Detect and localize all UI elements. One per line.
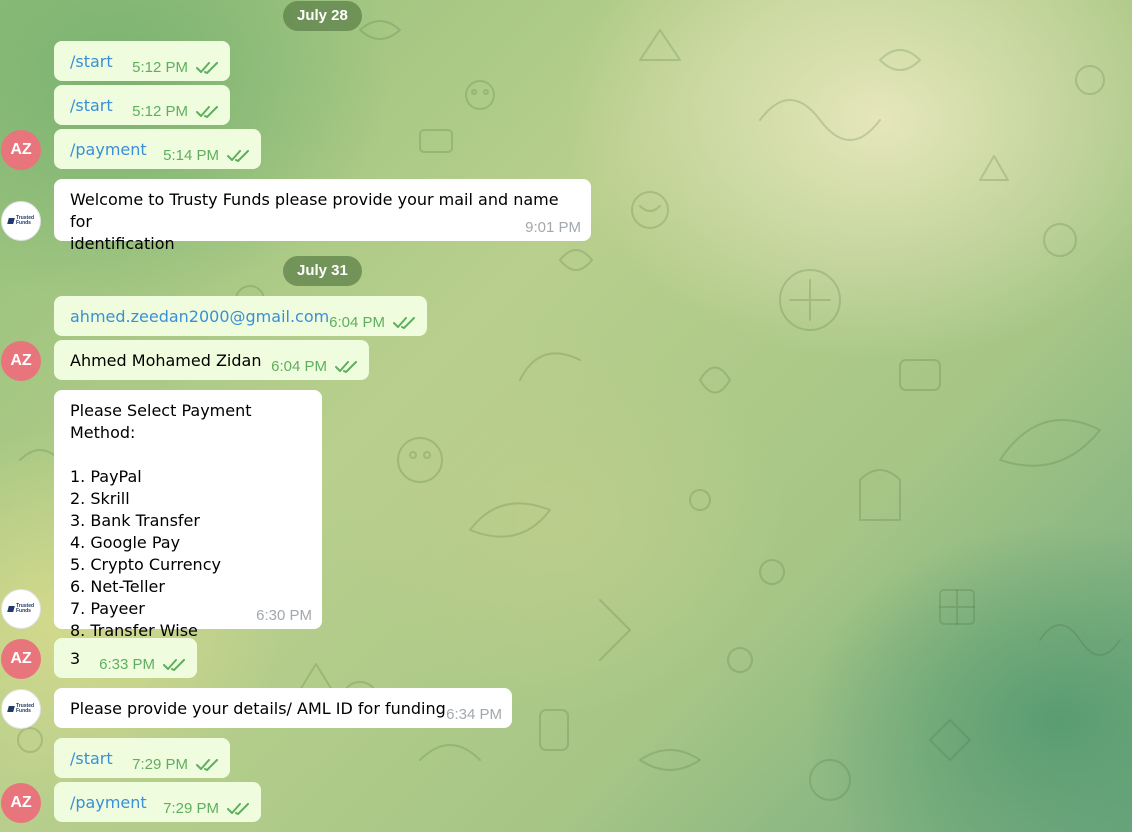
message-time: 5:14 PM [163,147,219,164]
message-time: 6:04 PM [329,314,385,331]
user-avatar[interactable]: AZ [1,341,41,381]
message-text: Please Select Payment Method: 1. PayPal … [70,401,252,640]
command-link[interactable]: /start [70,749,113,768]
user-avatar[interactable]: AZ [1,639,41,679]
message-time: 6:04 PM [271,358,327,375]
message-meta: 6:34 PM [446,706,502,723]
logo-mark-icon [7,606,15,612]
bot-logo-text: Trusted Funds [15,603,35,614]
message-bubble-outgoing[interactable]: /start 5:12 PM [54,41,230,81]
message-meta: 6:04 PM [329,314,417,331]
user-avatar[interactable]: AZ [1,130,41,170]
message-meta: 9:01 PM [525,219,581,236]
chat-background: July 28 July 31 /start 5:12 PM /start 5:… [0,0,1132,832]
command-link[interactable]: /payment [70,793,147,812]
message-time: 6:34 PM [446,706,502,723]
bot-logo-text: Trusted Funds [15,703,35,714]
message-time: 6:33 PM [99,656,155,673]
message-meta: 7:29 PM [132,756,220,773]
date-separator: July 28 [283,1,362,31]
message-time: 7:29 PM [163,800,219,817]
message-time: 7:29 PM [132,756,188,773]
message-bubble-outgoing[interactable]: /payment 7:29 PM [54,782,261,822]
message-meta: 6:33 PM [99,656,187,673]
double-check-icon [196,758,218,771]
user-avatar[interactable]: AZ [1,783,41,823]
command-link[interactable]: /payment [70,140,147,159]
message-text: Please provide your details/ AML ID for … [70,699,446,718]
message-bubble-outgoing[interactable]: /start 5:12 PM [54,85,230,125]
message-bubble-outgoing[interactable]: /payment 5:14 PM [54,129,261,169]
message-time: 9:01 PM [525,219,581,236]
message-text: 3 [70,649,81,668]
double-check-icon [393,316,415,329]
message-meta: 5:12 PM [132,103,220,120]
double-check-icon [163,658,185,671]
message-bubble-incoming[interactable]: Please Select Payment Method: 1. PayPal … [54,390,322,640]
double-check-icon [335,360,357,373]
bot-avatar[interactable]: Trusted Funds [1,689,41,729]
message-bubble-outgoing[interactable]: ahmed.zeedan2000@gmail.com 6:04 PM [54,296,427,336]
email-link[interactable]: ahmed.zeedan2000@gmail.com [70,307,329,326]
message-meta: 6:04 PM [271,358,359,375]
message-time: 5:12 PM [132,103,188,120]
message-meta: 7:29 PM [163,800,251,817]
message-text: Welcome to Trusty Funds please provide y… [70,190,559,253]
message-bubble-incoming[interactable]: Welcome to Trusty Funds please provide y… [54,179,591,253]
command-link[interactable]: /start [70,52,113,71]
double-check-icon [196,105,218,118]
message-bubble-outgoing[interactable]: 3 6:33 PM [54,638,197,678]
message-bubble-incoming[interactable]: Please provide your details/ AML ID for … [54,688,512,728]
bot-avatar[interactable]: Trusted Funds [1,589,41,629]
message-bubble-outgoing[interactable]: Ahmed Mohamed Zidan 6:04 PM [54,340,369,380]
message-time: 6:30 PM [256,607,312,624]
double-check-icon [227,802,249,815]
message-meta: 6:30 PM [256,607,312,624]
date-separator: July 31 [283,256,362,286]
logo-mark-icon [7,706,15,712]
logo-mark-icon [7,218,15,224]
command-link[interactable]: /start [70,96,113,115]
message-time: 5:12 PM [132,59,188,76]
message-meta: 5:12 PM [132,59,220,76]
bot-logo-text: Trusted Funds [15,215,35,226]
double-check-icon [196,61,218,74]
message-text: Ahmed Mohamed Zidan [70,351,262,370]
bot-avatar[interactable]: Trusted Funds [1,201,41,241]
double-check-icon [227,149,249,162]
message-meta: 5:14 PM [163,147,251,164]
message-bubble-outgoing[interactable]: /start 7:29 PM [54,738,230,778]
